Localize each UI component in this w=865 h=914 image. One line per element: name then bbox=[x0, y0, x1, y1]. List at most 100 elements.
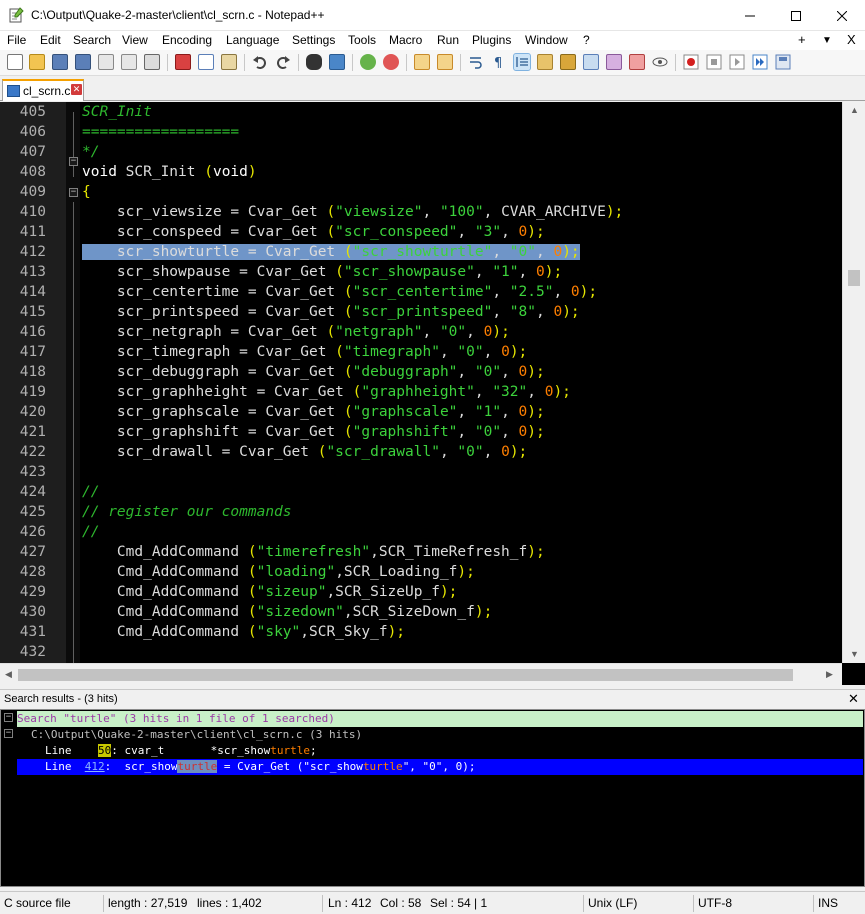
cut-icon[interactable] bbox=[175, 54, 191, 70]
search-results-close-icon[interactable]: ✕ bbox=[848, 691, 859, 707]
menu-search[interactable]: Search bbox=[73, 33, 111, 47]
search-results-panel[interactable]: − − Search "turtle" (3 hits in 1 file of… bbox=[0, 709, 865, 887]
code-line[interactable]: scr_conspeed = Cvar_Get ("scr_conspeed",… bbox=[82, 224, 545, 240]
replace-icon[interactable] bbox=[329, 54, 345, 70]
redo-icon[interactable] bbox=[275, 54, 291, 70]
code-line[interactable]: */ bbox=[82, 144, 99, 160]
close-document-button[interactable]: X bbox=[847, 32, 856, 47]
code-line[interactable]: scr_timegraph = Cvar_Get ("timegraph", "… bbox=[82, 344, 527, 360]
undo-icon[interactable] bbox=[252, 54, 268, 70]
scroll-left-icon[interactable]: ◀ bbox=[5, 669, 12, 680]
menu-window[interactable]: Window bbox=[525, 33, 568, 47]
menu-edit[interactable]: Edit bbox=[40, 33, 61, 47]
find-icon[interactable] bbox=[306, 54, 322, 70]
horizontal-scrollbar[interactable]: ◀ ▶ bbox=[0, 663, 842, 685]
user-defined-language-icon[interactable] bbox=[537, 54, 553, 70]
code-line[interactable]: Cmd_AddCommand ("sky",SCR_Sky_f); bbox=[82, 624, 405, 640]
new-tab-button[interactable]: + bbox=[798, 32, 806, 47]
folder-as-workspace-icon[interactable] bbox=[629, 54, 645, 70]
fold-collapse-icon[interactable]: − bbox=[4, 713, 13, 722]
show-all-characters-icon[interactable]: ¶ bbox=[491, 54, 507, 71]
code-line[interactable]: scr_drawall = Cvar_Get ("scr_drawall", "… bbox=[82, 444, 527, 460]
code-line[interactable]: scr_graphheight = Cvar_Get ("graphheight… bbox=[82, 384, 571, 400]
code-line[interactable]: scr_graphshift = Cvar_Get ("graphshift",… bbox=[82, 424, 545, 440]
print-icon[interactable] bbox=[144, 54, 160, 70]
hit-line-number[interactable]: 412 bbox=[85, 760, 105, 773]
tab-cl-scrn-c[interactable]: cl_scrn.c ✕ bbox=[2, 79, 84, 101]
menu-macro[interactable]: Macro bbox=[389, 33, 422, 47]
menu-tools[interactable]: Tools bbox=[348, 33, 376, 47]
search-hit-row-selected[interactable]: Line 412: scr_showturtle = Cvar_Get ("sc… bbox=[17, 759, 863, 775]
menu-view[interactable]: View bbox=[122, 33, 148, 47]
close-button[interactable] bbox=[819, 0, 865, 31]
code-line[interactable]: scr_centertime = Cvar_Get ("scr_centerti… bbox=[82, 284, 597, 300]
search-summary-line[interactable]: Search "turtle" (3 hits in 1 file of 1 s… bbox=[17, 711, 863, 727]
menu-run[interactable]: Run bbox=[437, 33, 459, 47]
fold-collapse-icon[interactable]: − bbox=[69, 188, 78, 197]
scroll-right-icon[interactable]: ▶ bbox=[826, 669, 833, 680]
status-encoding[interactable]: UTF-8 bbox=[698, 896, 732, 910]
zoom-in-icon[interactable] bbox=[360, 54, 376, 70]
scroll-up-icon[interactable]: ▲ bbox=[850, 105, 859, 115]
vertical-scroll-thumb[interactable] bbox=[848, 270, 860, 286]
tab-list-dropdown[interactable]: ▼ bbox=[822, 35, 832, 46]
zoom-out-icon[interactable] bbox=[383, 54, 399, 70]
code-line[interactable]: { bbox=[82, 184, 91, 200]
stop-recording-icon[interactable] bbox=[706, 54, 722, 70]
code-line[interactable]: scr_viewsize = Cvar_Get ("viewsize", "10… bbox=[82, 204, 623, 220]
open-file-icon[interactable] bbox=[29, 54, 45, 70]
new-file-icon[interactable] bbox=[7, 54, 23, 70]
code-line[interactable]: scr_printspeed = Cvar_Get ("scr_printspe… bbox=[82, 304, 580, 320]
start-recording-icon[interactable] bbox=[683, 54, 699, 70]
code-line[interactable]: Cmd_AddCommand ("timerefresh",SCR_TimeRe… bbox=[82, 544, 545, 560]
fold-collapse-icon[interactable]: − bbox=[69, 157, 78, 166]
code-line[interactable]: Cmd_AddCommand ("loading",SCR_Loading_f)… bbox=[82, 564, 475, 580]
document-map-icon[interactable] bbox=[560, 54, 576, 70]
fold-collapse-icon[interactable]: − bbox=[4, 729, 13, 738]
code-line[interactable]: // bbox=[82, 484, 99, 500]
save-all-icon[interactable] bbox=[75, 54, 91, 70]
scroll-down-icon[interactable]: ▼ bbox=[850, 649, 859, 659]
search-file-line[interactable]: C:\Output\Quake-2-master\client\cl_scrn.… bbox=[17, 727, 863, 743]
sync-vertical-scroll-icon[interactable] bbox=[414, 54, 430, 70]
monitoring-icon[interactable] bbox=[652, 54, 668, 70]
word-wrap-icon[interactable] bbox=[468, 54, 484, 70]
menu-settings[interactable]: Settings bbox=[292, 33, 335, 47]
code-line[interactable]: scr_showpause = Cvar_Get ("scr_showpause… bbox=[82, 264, 562, 280]
tab-close-icon[interactable]: ✕ bbox=[71, 84, 82, 95]
status-eol-format[interactable]: Unix (LF) bbox=[588, 896, 637, 910]
indent-guide-icon[interactable] bbox=[513, 53, 531, 71]
playback-icon[interactable] bbox=[729, 54, 745, 70]
code-line[interactable]: // register our commands bbox=[82, 504, 292, 520]
code-line[interactable]: Cmd_AddCommand ("sizeup",SCR_SizeUp_f); bbox=[82, 584, 458, 600]
save-macro-icon[interactable] bbox=[775, 54, 791, 70]
menu-plugins[interactable]: Plugins bbox=[472, 33, 511, 47]
code-line[interactable]: ================== bbox=[82, 124, 239, 140]
code-line-selected[interactable]: scr_showturtle = Cvar_Get ("scr_showturt… bbox=[82, 244, 580, 260]
code-area[interactable]: SCR_Init ================== */ void SCR_Ini… bbox=[80, 102, 842, 663]
horizontal-scroll-thumb[interactable] bbox=[18, 669, 793, 681]
code-line[interactable]: scr_graphscale = Cvar_Get ("graphscale",… bbox=[82, 404, 545, 420]
copy-icon[interactable] bbox=[198, 54, 214, 70]
menu-language[interactable]: Language bbox=[226, 33, 279, 47]
vertical-scrollbar[interactable]: ▲ ▼ bbox=[842, 102, 865, 663]
document-list-icon[interactable] bbox=[583, 54, 599, 70]
paste-icon[interactable] bbox=[221, 54, 237, 70]
search-hit-row[interactable]: Line 50: cvar_t *scr_showturtle; bbox=[17, 743, 863, 759]
code-editor[interactable]: 405 406 407 408 409 410 411 412 413 414 415 416 417 4… bbox=[0, 102, 865, 685]
hit-line-number[interactable]: 50 bbox=[98, 744, 112, 757]
code-line[interactable]: void SCR_Init (void) bbox=[82, 164, 257, 180]
save-icon[interactable] bbox=[52, 54, 68, 70]
menu-help[interactable]: ? bbox=[583, 33, 590, 47]
run-macro-multiple-icon[interactable] bbox=[752, 54, 768, 70]
status-insert-mode[interactable]: INS bbox=[818, 896, 838, 910]
code-line[interactable]: Cmd_AddCommand ("sizedown",SCR_SizeDown_… bbox=[82, 604, 492, 620]
menu-encoding[interactable]: Encoding bbox=[162, 33, 212, 47]
minimize-button[interactable] bbox=[727, 0, 773, 31]
menu-file[interactable]: File bbox=[7, 33, 26, 47]
code-line[interactable]: // bbox=[82, 524, 99, 540]
maximize-button[interactable] bbox=[773, 0, 819, 31]
function-list-icon[interactable] bbox=[606, 54, 622, 70]
code-line[interactable]: scr_debuggraph = Cvar_Get ("debuggraph",… bbox=[82, 364, 545, 380]
close-file-icon[interactable] bbox=[98, 54, 114, 70]
